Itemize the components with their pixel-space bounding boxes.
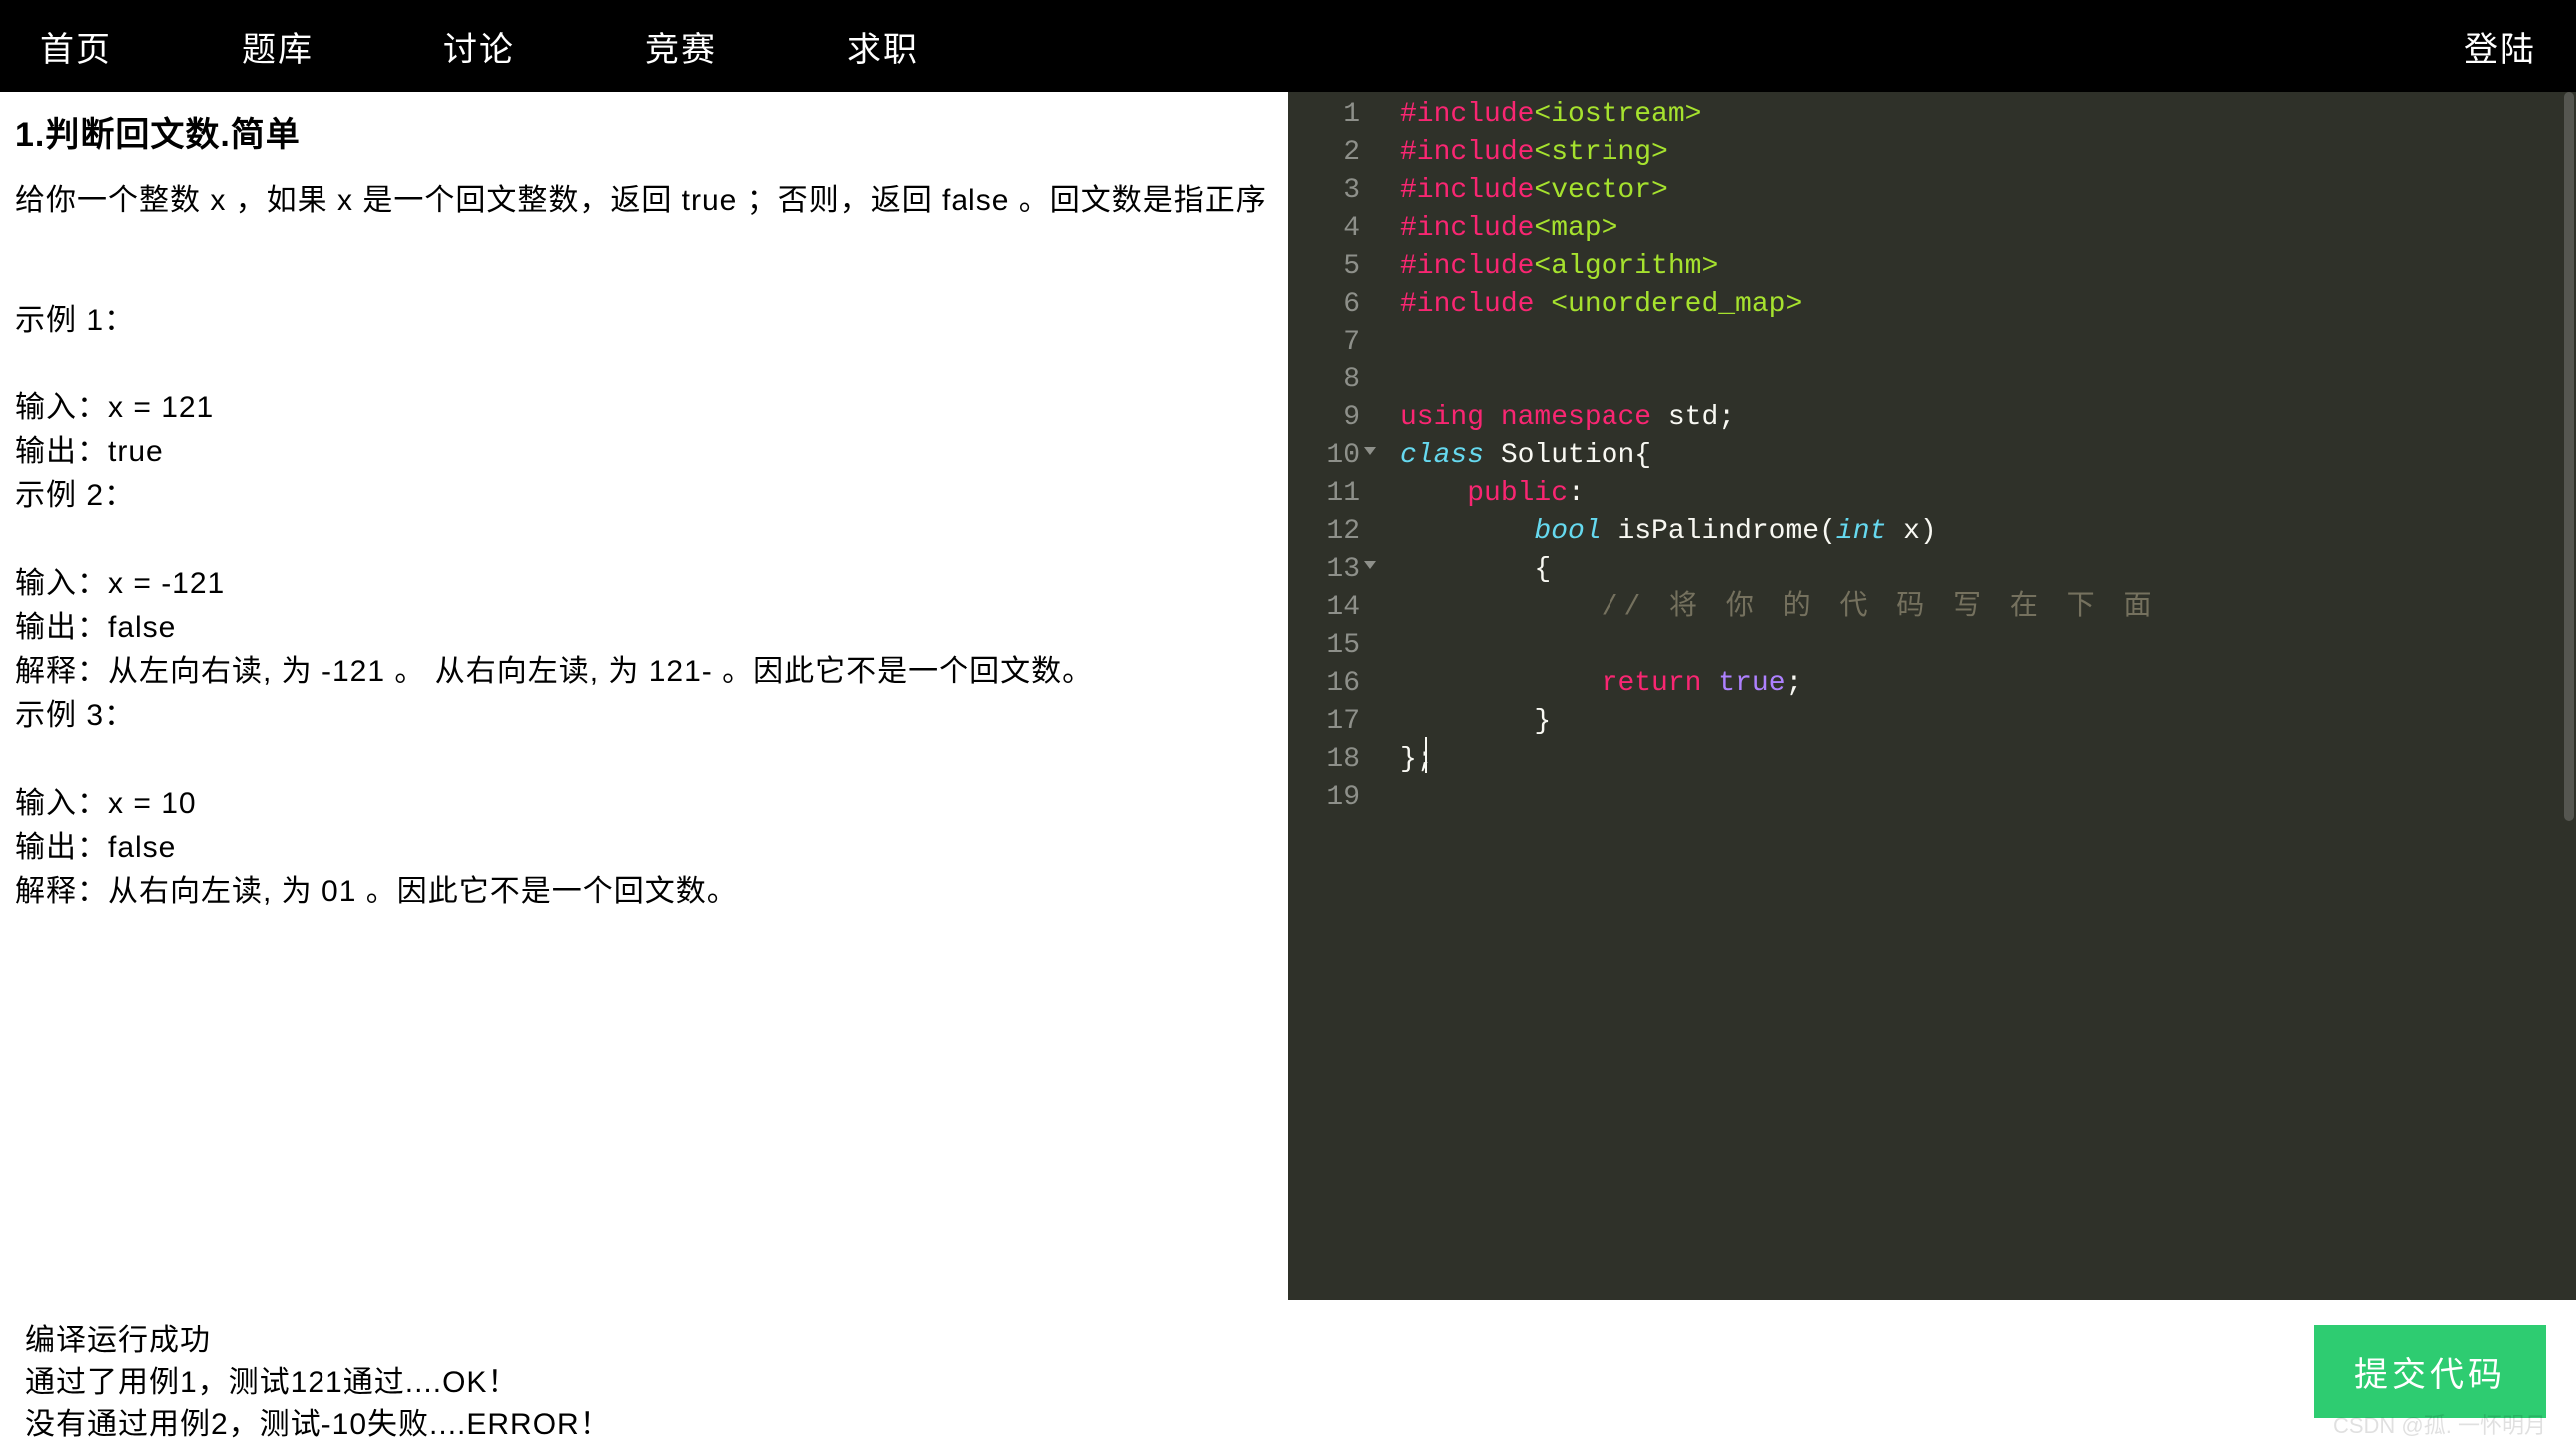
code-area[interactable]: #include<iostream> #include<string> #inc…: [1378, 92, 2576, 1300]
status-line: 通过了用例1，测试121通过....OK！: [25, 1362, 611, 1404]
submit-button[interactable]: 提交代码: [2314, 1325, 2546, 1418]
status-line: 没有通过用例2，测试-10失败....ERROR！: [25, 1404, 611, 1446]
gutter-line: 18: [1288, 741, 1378, 779]
code-line: [1400, 779, 2576, 817]
example1-label: 示例 1：: [15, 300, 1273, 342]
navbar-left: 首页 题库 讨论 竞赛 求职: [40, 22, 919, 71]
fold-icon[interactable]: [1364, 447, 1376, 455]
gutter-line: 13: [1288, 551, 1378, 589]
nav-problems[interactable]: 题库: [242, 22, 314, 71]
code-line: // 将 你 的 代 码 写 在 下 面: [1400, 589, 2576, 627]
nav-jobs[interactable]: 求职: [847, 22, 919, 71]
nav-contest[interactable]: 竞赛: [645, 22, 717, 71]
example2-explain: 解释：从左向右读, 为 -121 。 从右向左读, 为 121- 。因此它不是一…: [15, 651, 1273, 693]
code-line: public:: [1400, 475, 2576, 513]
code-line: #include<algorithm>: [1400, 248, 2576, 286]
problem-title: 1.判断回文数.简单: [15, 112, 1273, 160]
gutter-line: 8: [1288, 362, 1378, 399]
code-line: bool isPalindrome(int x): [1400, 513, 2576, 551]
status-line: 编译运行成功: [25, 1320, 611, 1362]
example3-explain: 解释：从右向左读, 为 01 。因此它不是一个回文数。: [15, 871, 1273, 913]
bottom-bar: 编译运行成功 通过了用例1，测试121通过....OK！ 没有通过用例2，测试-…: [0, 1300, 2576, 1450]
status-output: 编译运行成功 通过了用例1，测试121通过....OK！ 没有通过用例2，测试-…: [25, 1320, 611, 1446]
code-line: }: [1400, 703, 2576, 741]
gutter-line: 17: [1288, 703, 1378, 741]
code-line: #include <unordered_map>: [1400, 286, 2576, 324]
example2-input: 输入：x = -121: [15, 563, 1273, 605]
gutter-line: 6: [1288, 286, 1378, 324]
gutter-line: 15: [1288, 627, 1378, 665]
example1-input: 输入：x = 121: [15, 387, 1273, 429]
code-line: using namespace std;: [1400, 399, 2576, 437]
example1-output: 输出：true: [15, 431, 1273, 473]
gutter-line: 11: [1288, 475, 1378, 513]
code-editor[interactable]: 1 2 3 4 5 6 7 8 9 10 11 12 13 14 15 16 1…: [1288, 92, 2576, 1300]
editor-gutter: 1 2 3 4 5 6 7 8 9 10 11 12 13 14 15 16 1…: [1288, 92, 1378, 1300]
main-content: 1.判断回文数.简单 给你一个整数 x ，如果 x 是一个回文整数，返回 tru…: [0, 92, 2576, 1300]
example3-input: 输入：x = 10: [15, 783, 1273, 825]
gutter-line: 19: [1288, 779, 1378, 817]
gutter-line: 7: [1288, 324, 1378, 362]
code-line: };: [1400, 741, 2576, 779]
code-line: {: [1400, 551, 2576, 589]
gutter-line: 12: [1288, 513, 1378, 551]
gutter-line: 10: [1288, 437, 1378, 475]
code-line: return true;: [1400, 665, 2576, 703]
code-line: [1400, 324, 2576, 362]
code-line: #include<vector>: [1400, 172, 2576, 210]
navbar: 首页 题库 讨论 竞赛 求职 登陆: [0, 0, 2576, 92]
watermark: CSDN @孤. 一怀明月: [2333, 1408, 2546, 1440]
gutter-line: 1: [1288, 96, 1378, 134]
example2-output: 输出：false: [15, 607, 1273, 649]
gutter-line: 16: [1288, 665, 1378, 703]
example3-label: 示例 3：: [15, 695, 1273, 737]
nav-discuss[interactable]: 讨论: [443, 22, 515, 71]
code-line: [1400, 627, 2576, 665]
code-line: #include<iostream>: [1400, 96, 2576, 134]
code-line: [1400, 362, 2576, 399]
code-line: class Solution{: [1400, 437, 2576, 475]
gutter-line: 14: [1288, 589, 1378, 627]
editor-cursor: [1425, 737, 1427, 773]
gutter-line: 5: [1288, 248, 1378, 286]
code-line: #include<map>: [1400, 210, 2576, 248]
editor-scrollbar[interactable]: [2564, 92, 2574, 821]
example2-label: 示例 2：: [15, 475, 1273, 517]
gutter-line: 3: [1288, 172, 1378, 210]
gutter-line: 4: [1288, 210, 1378, 248]
nav-login[interactable]: 登陆: [2464, 22, 2536, 71]
problem-panel: 1.判断回文数.简单 给你一个整数 x ，如果 x 是一个回文整数，返回 tru…: [0, 92, 1288, 1300]
problem-description: 给你一个整数 x ，如果 x 是一个回文整数，返回 true ；否则，返回 fa…: [15, 180, 1273, 222]
fold-icon[interactable]: [1364, 561, 1376, 569]
gutter-line: 9: [1288, 399, 1378, 437]
nav-home[interactable]: 首页: [40, 22, 112, 71]
gutter-line: 2: [1288, 134, 1378, 172]
code-line: #include<string>: [1400, 134, 2576, 172]
example3-output: 输出：false: [15, 827, 1273, 869]
